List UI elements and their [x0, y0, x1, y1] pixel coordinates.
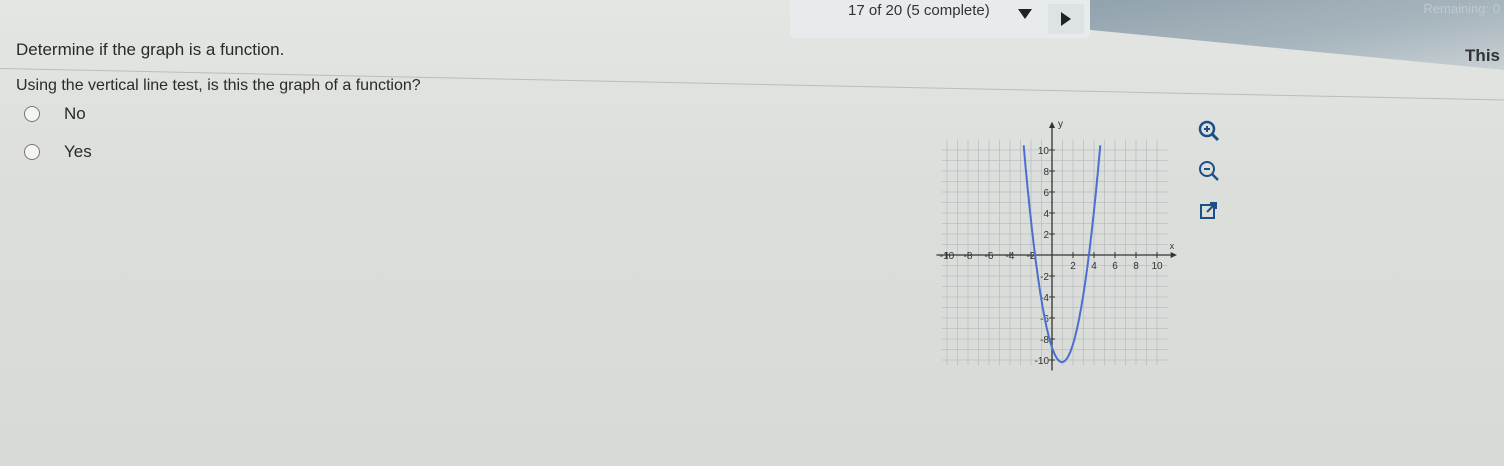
radio-yes[interactable]: [24, 144, 40, 160]
y-axis-label: y: [1058, 119, 1063, 130]
zoom-in-icon[interactable]: [1196, 118, 1222, 144]
x-tick-label: 8: [1133, 261, 1139, 272]
question-prompt: Using the vertical line test, is this th…: [16, 77, 421, 94]
x-tick-label: 10: [1151, 261, 1163, 272]
y-axis-arrow: [1049, 121, 1055, 128]
x-tick-label: -8: [964, 251, 973, 262]
remaining-text: Remaining: 0: [1423, 1, 1500, 16]
progress-status[interactable]: 17 of 20 (5 complete): [848, 2, 990, 19]
option-yes-label: Yes: [64, 142, 92, 161]
function-curve: [1022, 145, 1102, 364]
graph-svg: xy-10 -8 -6 -4 -22 4 6 8 10108642-2-4-6-8-10: [936, 119, 1177, 371]
x-tick-label: 6: [1112, 261, 1118, 272]
side-panel-label: This: [1465, 46, 1500, 65]
radio-no[interactable]: [24, 106, 40, 122]
play-icon: [1061, 12, 1071, 26]
question-title: Determine if the graph is a function.: [16, 40, 285, 59]
x-axis-arrow: [1170, 252, 1177, 258]
x-tick-label: -4: [1006, 251, 1015, 262]
y-tick-label: -10: [1035, 356, 1050, 367]
x-axis-label: x: [1170, 241, 1175, 251]
y-tick-label: 8: [1043, 167, 1049, 178]
y-tick-label: -2: [1040, 272, 1049, 283]
option-yes[interactable]: Yes: [24, 142, 92, 162]
next-question-button[interactable]: [1048, 4, 1084, 34]
x-tick-label: 4: [1091, 261, 1097, 272]
function-graph: x y -10 -8 -6 -4 -2 2 4 6 8 10 10 8 6 4 2 -2 -4 -6 -8 -10: [930, 105, 1190, 375]
y-tick-label: 6: [1043, 188, 1049, 199]
progress-dropdown-icon[interactable]: [1018, 9, 1032, 19]
y-tick-label: 4: [1043, 209, 1049, 220]
y-tick-label: 10: [1038, 146, 1050, 157]
y-tick-label: 2: [1043, 230, 1049, 241]
zoom-out-icon[interactable]: [1196, 158, 1222, 184]
x-tick-label: 2: [1070, 261, 1076, 272]
x-tick-label: -6: [985, 251, 994, 262]
option-no-label: No: [64, 104, 86, 123]
external-link-icon[interactable]: [1196, 198, 1222, 224]
option-no[interactable]: No: [24, 104, 86, 124]
x-tick-label: -10: [940, 251, 955, 262]
